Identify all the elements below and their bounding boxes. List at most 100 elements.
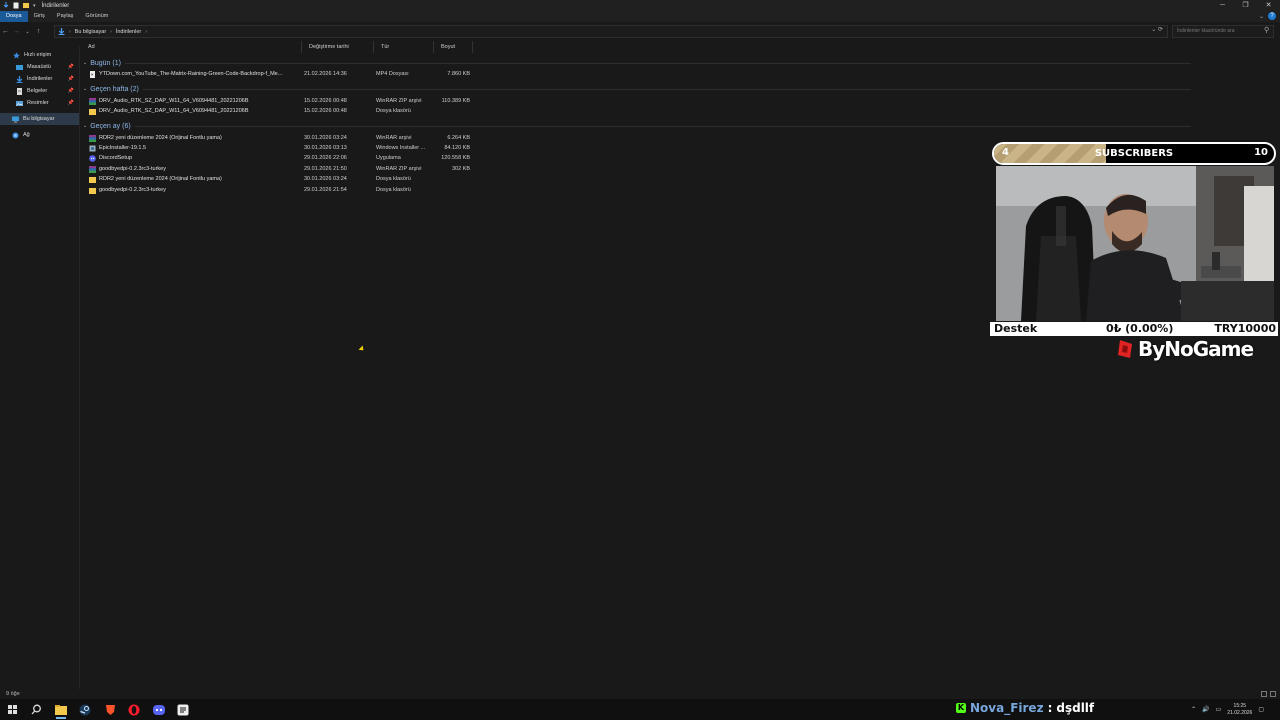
volume-icon[interactable]: 🔊 bbox=[1202, 706, 1209, 713]
up-arrow-icon[interactable]: ↑ bbox=[33, 28, 44, 35]
window-controls: ─ ❐ ✕ bbox=[1211, 0, 1280, 11]
sidebar-item-this-pc[interactable]: Bu bilgisayar bbox=[0, 113, 79, 125]
recent-locations-chevron-icon[interactable]: ⌄ bbox=[22, 29, 33, 35]
sidebar-item-pictures[interactable]: Resimler 📌 bbox=[0, 97, 79, 109]
list-item[interactable]: DiscordSetup 29.01.2026 22:06 Uygulama 1… bbox=[88, 154, 478, 164]
back-arrow-icon[interactable]: ← bbox=[0, 28, 11, 35]
search-icon[interactable]: ⚲ bbox=[1264, 26, 1269, 34]
notifications-icon[interactable]: ▢ bbox=[1258, 706, 1264, 713]
tray-overflow-chevron-icon[interactable]: ⌃ bbox=[1191, 706, 1196, 713]
tab-home[interactable]: Giriş bbox=[28, 11, 51, 22]
sidebar-item-documents[interactable]: Belgeler 📌 bbox=[0, 85, 79, 97]
network-icon bbox=[12, 132, 19, 138]
details-view-icon[interactable] bbox=[1261, 691, 1267, 697]
taskbar-discord[interactable] bbox=[147, 699, 171, 720]
file-type: WinRAR ZIP arşivi bbox=[376, 166, 422, 172]
list-item[interactable]: DRV_Audio_RTK_SZ_DAP_W11_64_V6094481_202… bbox=[88, 97, 478, 107]
network-tray-icon[interactable]: ▭ bbox=[1216, 706, 1222, 713]
group-header-today[interactable]: ⌄ Bugün (1) bbox=[81, 57, 1191, 69]
minimize-button[interactable]: ─ bbox=[1211, 0, 1234, 11]
subscriber-goal-bar: 4 SUBSCRIBERS 10 bbox=[992, 142, 1276, 165]
customize-qa-chevron-icon[interactable]: ▾ bbox=[33, 3, 36, 9]
group-divider bbox=[124, 62, 1191, 64]
list-item[interactable]: EpicInstaller-19.1.5 30.01.2026 03:13 Wi… bbox=[88, 144, 478, 154]
column-header-name[interactable]: Ad bbox=[81, 41, 302, 53]
address-history-chevron-icon[interactable]: ⌄ bbox=[1151, 27, 1156, 33]
folder-icon bbox=[89, 188, 96, 194]
list-item[interactable]: DRV_Audio_RTK_SZ_DAP_W11_64_V6094481_202… bbox=[88, 107, 478, 117]
breadcrumb-separator-icon[interactable]: › bbox=[110, 29, 112, 35]
pictures-icon bbox=[16, 100, 23, 106]
group-header-last-week[interactable]: ⌄ Geçen hafta (2) bbox=[81, 83, 1191, 95]
pin-icon[interactable]: 📌 bbox=[68, 88, 74, 94]
new-folder-icon[interactable] bbox=[23, 2, 29, 9]
donation-goal-bar: Destek 0₺ (0.00%) TRY10000 bbox=[990, 322, 1278, 336]
taskbar-steam[interactable] bbox=[73, 699, 97, 720]
properties-icon[interactable] bbox=[13, 2, 19, 9]
download-arrow-icon[interactable] bbox=[3, 2, 9, 9]
refresh-icon[interactable]: ⟳ bbox=[1158, 27, 1163, 33]
file-type: Windows Installer ... bbox=[376, 145, 426, 151]
group-header-last-month[interactable]: ⌄ Geçen ay (6) bbox=[81, 120, 1191, 132]
sidebar-item-desktop[interactable]: Masaüstü 📌 bbox=[0, 61, 79, 73]
file-type: WinRAR ZIP arşivi bbox=[376, 98, 422, 104]
column-headers: Ad Değiştirme tarihi Tür Boyut bbox=[81, 41, 481, 53]
taskbar-opera[interactable] bbox=[122, 699, 146, 720]
large-icons-view-icon[interactable] bbox=[1270, 691, 1276, 697]
column-header-size[interactable]: Boyut bbox=[434, 41, 473, 53]
breadcrumb-separator-icon[interactable]: › bbox=[69, 29, 71, 35]
maximize-button[interactable]: ❐ bbox=[1234, 0, 1257, 11]
tab-view[interactable]: Görünüm bbox=[79, 11, 114, 22]
start-button[interactable] bbox=[0, 699, 24, 720]
desktop-icon bbox=[16, 64, 23, 70]
help-icon[interactable]: ? bbox=[1268, 12, 1276, 20]
collapse-chevron-icon[interactable]: ⌄ bbox=[83, 60, 87, 66]
list-item[interactable]: goodbyedpi-0.2.3rc3-turkey 29.01.2026 21… bbox=[88, 186, 478, 196]
tab-file[interactable]: Dosya bbox=[0, 11, 28, 22]
sidebar-item-label: Belgeler bbox=[27, 88, 48, 94]
file-size: 7.860 KB bbox=[447, 71, 470, 77]
breadcrumb-this-pc[interactable]: Bu bilgisayar bbox=[75, 29, 107, 35]
chat-username: Nova_Firez bbox=[970, 701, 1044, 715]
column-header-type[interactable]: Tür bbox=[374, 41, 434, 53]
file-date: 30.01.2026 03:24 bbox=[304, 176, 347, 182]
column-header-date[interactable]: Değiştirme tarihi bbox=[302, 41, 374, 53]
rar-archive-icon bbox=[89, 135, 96, 142]
close-button[interactable]: ✕ bbox=[1257, 0, 1280, 11]
collapse-chevron-icon[interactable]: ⌄ bbox=[83, 86, 87, 92]
sidebar-item-network[interactable]: Ağ bbox=[0, 129, 79, 141]
breadcrumb-separator-icon[interactable]: › bbox=[145, 29, 147, 35]
tab-share[interactable]: Paylaş bbox=[51, 11, 80, 22]
forward-arrow-icon[interactable]: → bbox=[11, 28, 22, 35]
sidebar-item-quick-access[interactable]: Hızlı erişim bbox=[0, 49, 79, 61]
document-icon bbox=[17, 87, 22, 95]
bynogame-logo-icon bbox=[1118, 340, 1132, 358]
ribbon-tabs: Dosya Giriş Paylaş Görünüm ⌄ ? bbox=[0, 11, 1280, 22]
file-size: 120.558 KB bbox=[441, 155, 470, 161]
breadcrumb-downloads[interactable]: İndirilenler bbox=[116, 29, 141, 35]
file-type: Dosya klasörü bbox=[376, 176, 411, 182]
group-divider bbox=[134, 125, 1191, 127]
clock[interactable]: 15:25 21.02.2026 bbox=[1227, 703, 1252, 717]
pin-icon[interactable]: 📌 bbox=[68, 100, 74, 106]
list-item[interactable]: RDR2 yeni düzenleme 2024 (Orijinal Fontl… bbox=[88, 175, 478, 185]
collapse-chevron-icon[interactable]: ⌄ bbox=[83, 123, 87, 129]
list-item[interactable]: goodbyedpi-0.2.3rc3-turkey 29.01.2026 21… bbox=[88, 165, 478, 175]
view-toggle bbox=[1261, 689, 1276, 697]
pin-icon[interactable]: 📌 bbox=[68, 64, 74, 70]
pin-icon[interactable]: 📌 bbox=[68, 76, 74, 82]
file-date: 30.01.2026 03:24 bbox=[304, 135, 347, 141]
address-bar[interactable]: › Bu bilgisayar › İndirilenler › ⌄ ⟳ bbox=[54, 25, 1168, 38]
list-item[interactable]: YTDown.com_YouTube_The-Matrix-Raining-Gr… bbox=[88, 70, 478, 80]
expand-ribbon-chevron-icon[interactable]: ⌄ bbox=[1259, 13, 1264, 20]
donation-label: Destek bbox=[994, 322, 1038, 335]
list-item[interactable]: RDR2 yeni düzenleme 2024 (Orijinal Fontl… bbox=[88, 134, 478, 144]
taskbar-file-explorer[interactable] bbox=[49, 699, 73, 720]
sidebar-item-downloads[interactable]: İndirilenler 📌 bbox=[0, 73, 79, 85]
taskbar-search-button[interactable] bbox=[24, 699, 48, 720]
chat-message-text: dşdllf bbox=[1056, 701, 1095, 715]
taskbar-obs[interactable] bbox=[171, 699, 195, 720]
search-input[interactable]: İndirilenler klasöründe ara bbox=[1172, 25, 1274, 38]
taskbar-brave[interactable] bbox=[98, 699, 122, 720]
download-icon bbox=[16, 75, 23, 83]
